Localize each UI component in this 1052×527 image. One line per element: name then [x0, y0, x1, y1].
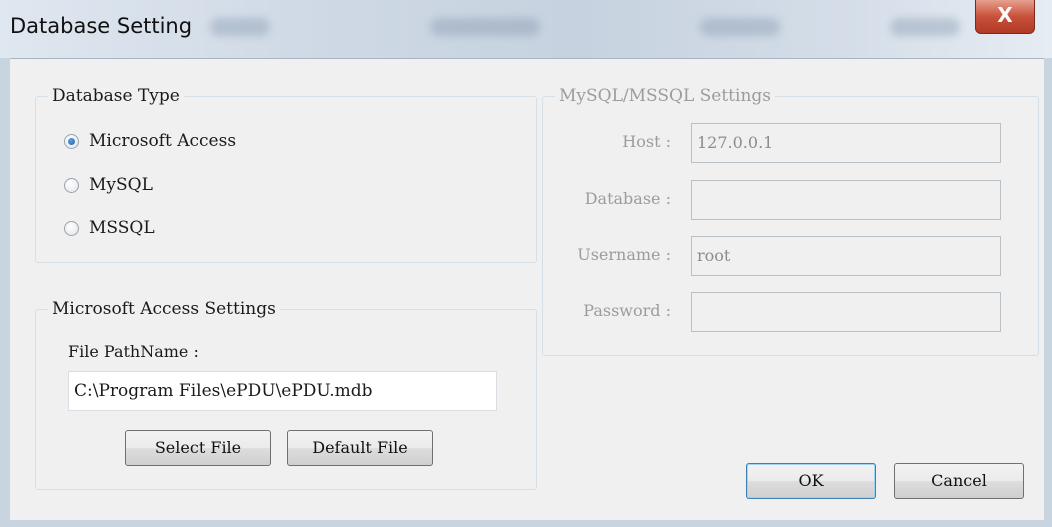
ok-button[interactable]: OK [746, 463, 876, 499]
username-label: Username : [577, 245, 671, 264]
background-blur [700, 18, 780, 36]
radio-unselected-icon [64, 220, 79, 236]
host-input[interactable]: 127.0.0.1 [691, 123, 1001, 163]
default-file-button[interactable]: Default File [287, 430, 433, 466]
username-input[interactable]: root [691, 236, 1001, 276]
database-label: Database : [584, 189, 671, 208]
database-input[interactable] [691, 180, 1001, 220]
password-input[interactable] [691, 292, 1001, 332]
window-frame-left [0, 58, 10, 527]
database-type-group: Database Type Microsoft Access MySQL MSS… [35, 84, 537, 263]
window-title: Database Setting [10, 14, 193, 38]
radio-selected-icon [64, 133, 79, 149]
radio-label: MySQL [89, 175, 153, 195]
background-blur [210, 18, 270, 36]
file-pathname-label: File PathName : [68, 342, 199, 361]
password-label: Password : [583, 301, 671, 320]
window-frame-bottom [0, 519, 1052, 527]
file-pathname-input[interactable]: C:\Program Files\ePDU\ePDU.mdb [68, 371, 497, 411]
radio-label: Microsoft Access [89, 131, 237, 151]
background-blur [430, 18, 540, 36]
cancel-button[interactable]: Cancel [894, 463, 1024, 499]
select-file-button[interactable]: Select File [125, 430, 271, 466]
close-icon: X [997, 3, 1013, 27]
access-settings-label: Microsoft Access Settings [48, 297, 280, 321]
dialog-body: Database Type Microsoft Access MySQL MSS… [10, 58, 1044, 520]
database-type-label: Database Type [48, 84, 184, 108]
radio-unselected-icon [64, 177, 79, 193]
window-frame-right [1044, 58, 1052, 527]
sql-settings-label: MySQL/MSSQL Settings [555, 84, 776, 108]
title-bar[interactable]: Database Setting X [0, 0, 1052, 58]
background-blur [890, 18, 960, 36]
radio-label: MSSQL [89, 218, 155, 238]
radio-mysql[interactable]: MySQL [64, 173, 153, 197]
radio-microsoft-access[interactable]: Microsoft Access [64, 129, 236, 153]
sql-settings-group: MySQL/MSSQL Settings Host : 127.0.0.1 Da… [542, 84, 1039, 356]
close-button[interactable]: X [975, 0, 1035, 34]
radio-mssql[interactable]: MSSQL [64, 216, 155, 240]
host-label: Host : [622, 132, 671, 151]
access-settings-group: Microsoft Access Settings File PathName … [35, 297, 537, 490]
